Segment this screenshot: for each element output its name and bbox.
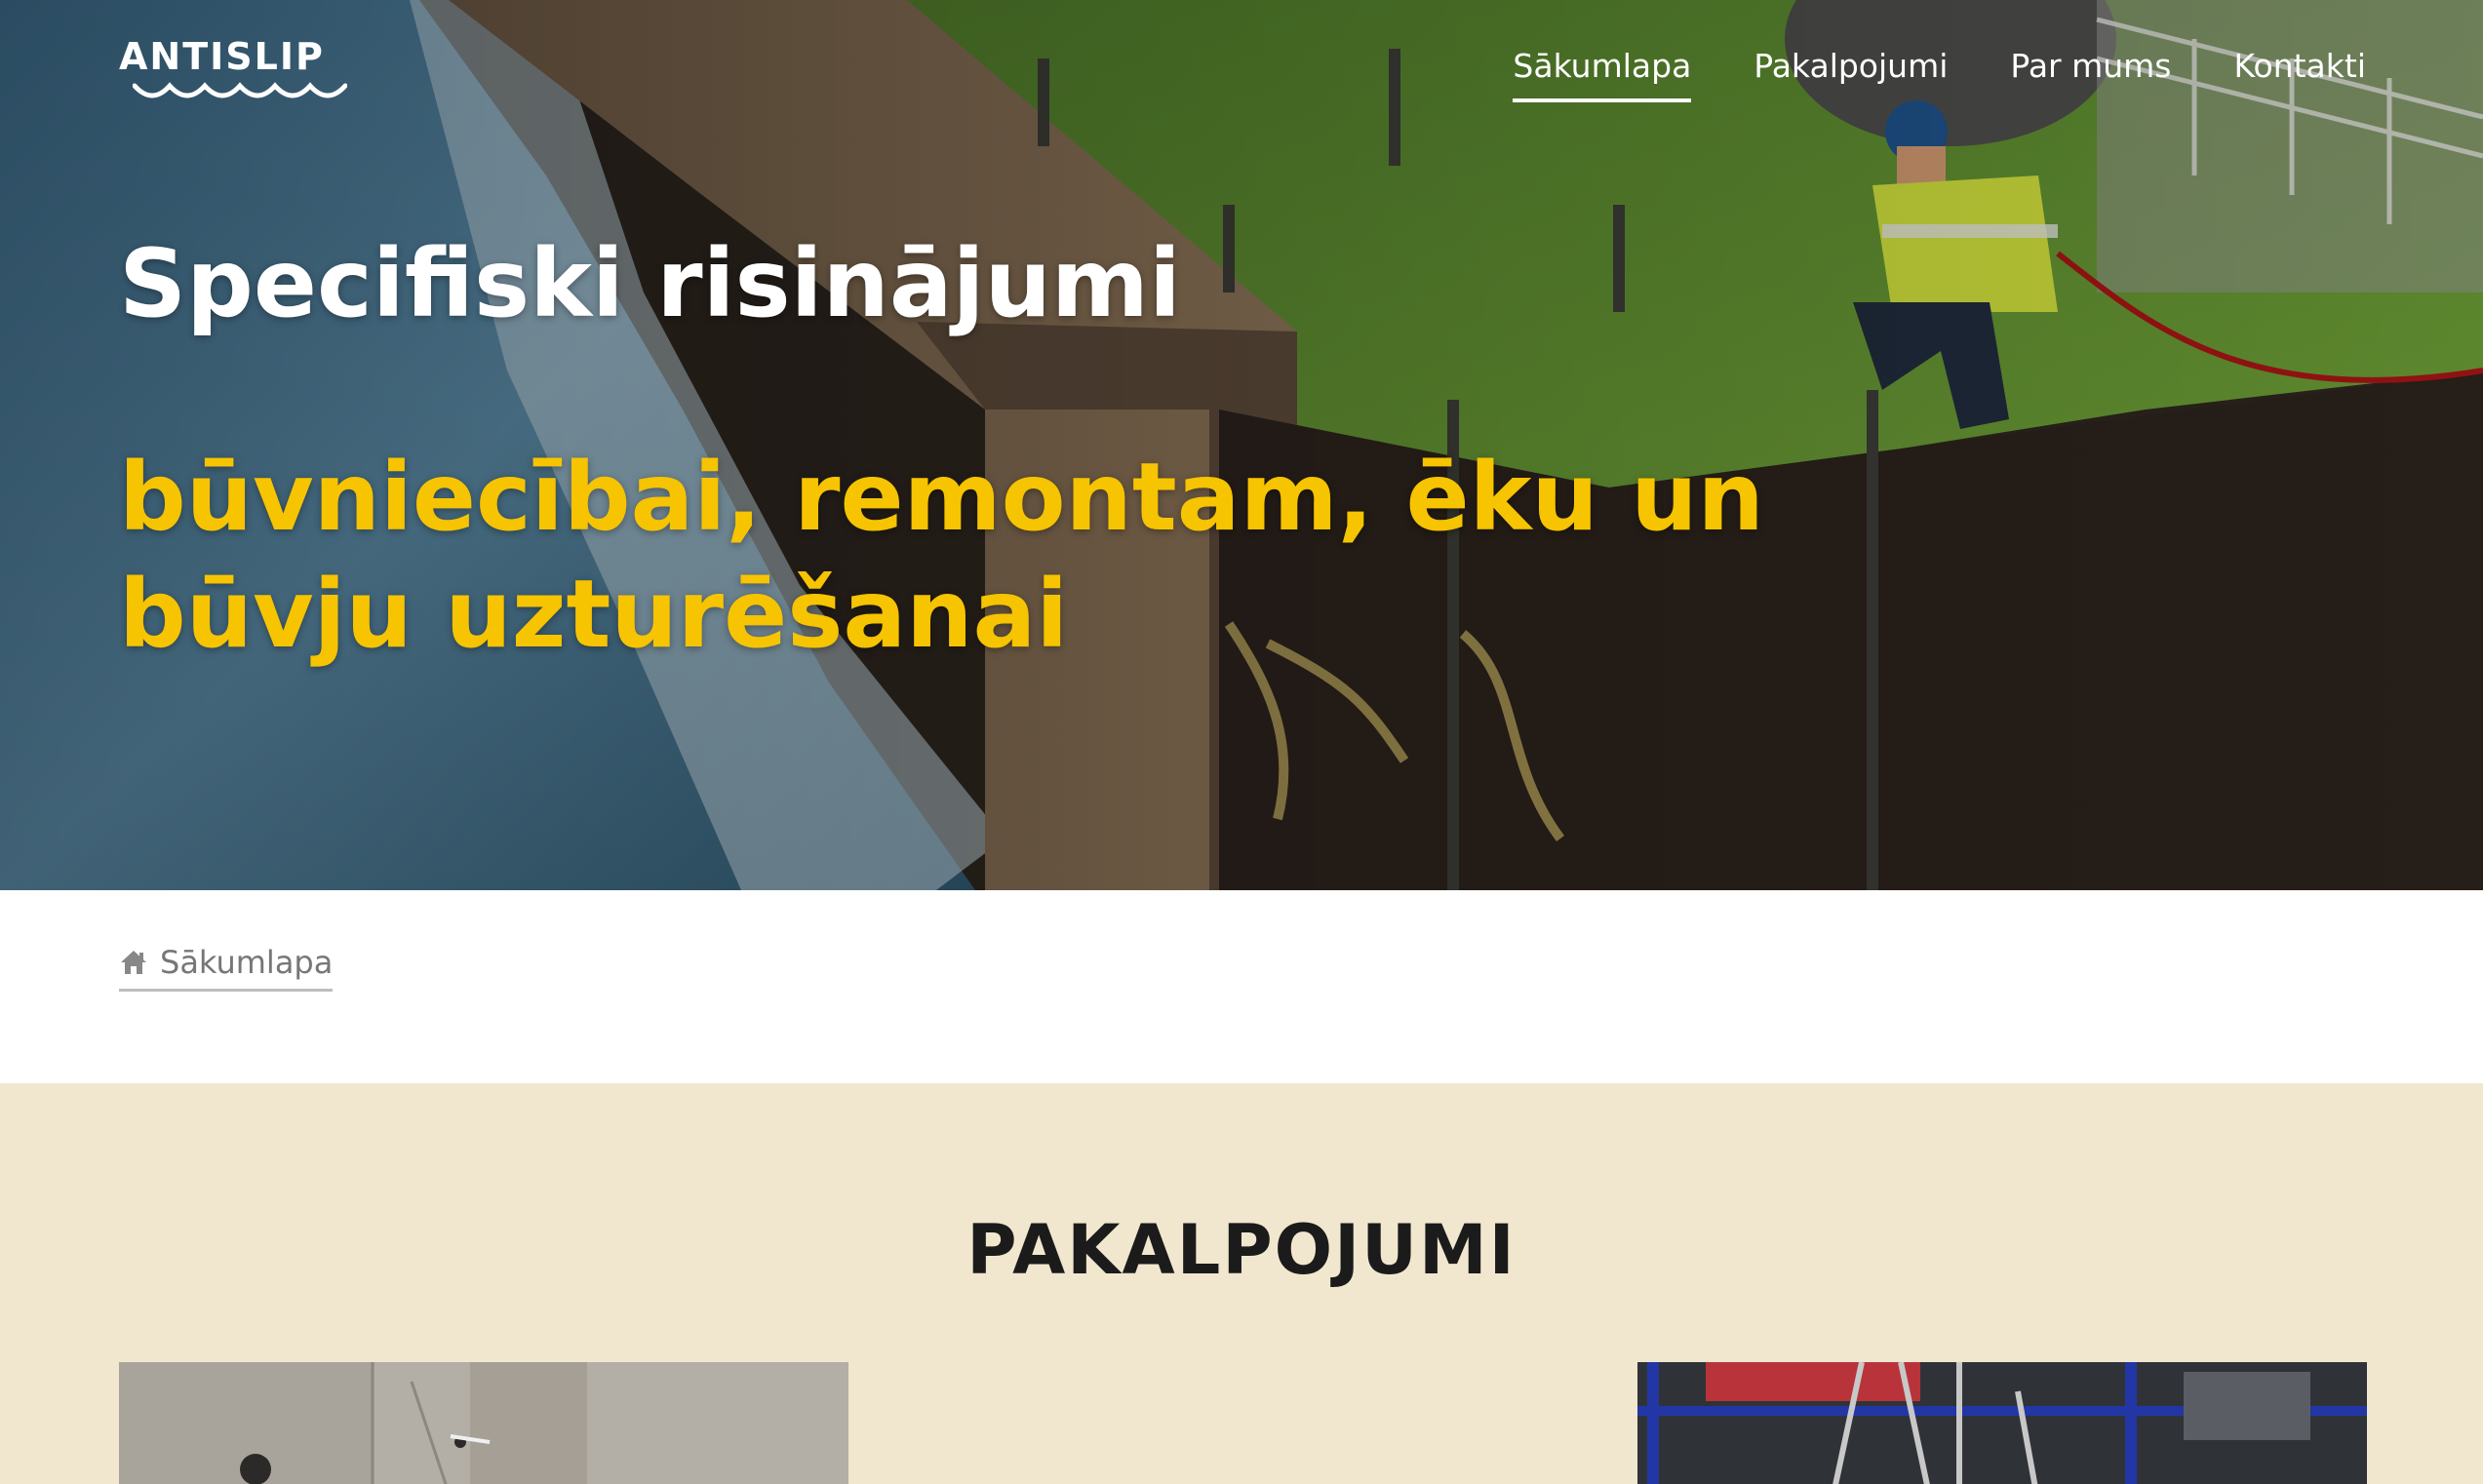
nav-item-pakalpojumi[interactable]: Pakalpojumi: [1754, 47, 1948, 98]
services-section: PAKALPOJUMI: [0, 1083, 2483, 1484]
concrete-wall-image: [119, 1362, 848, 1484]
nav-item-par-mums[interactable]: Par mums: [2010, 47, 2171, 98]
hero-banner: ANTISLIP Sākumlapa Pakalpojumi Par mums …: [0, 0, 2483, 890]
services-title: PAKALPOJUMI: [966, 1210, 1517, 1290]
logo-waves-icon: [133, 82, 347, 98]
breadcrumb[interactable]: Sākumlapa: [119, 936, 334, 992]
antislip-logo[interactable]: ANTISLIP: [119, 35, 353, 103]
service-card-image-right[interactable]: [1637, 1362, 2367, 1484]
breadcrumb-bar: [0, 890, 2483, 1083]
nav-item-kontakti[interactable]: Kontakti: [2234, 47, 2366, 98]
nav-item-sakumlapa[interactable]: Sākumlapa: [1513, 47, 1692, 102]
service-card-image-left[interactable]: [119, 1362, 848, 1484]
main-navigation: Sākumlapa Pakalpojumi Par mums Kontakti: [1513, 47, 2366, 109]
hero-subtitle: būvniecībai, remontam, ēku un būvju uztu…: [119, 443, 1764, 669]
breadcrumb-label: Sākumlapa: [160, 944, 334, 981]
industrial-platform-image: [1637, 1362, 2367, 1484]
logo-text: ANTISLIP: [119, 35, 325, 78]
home-icon: [121, 951, 146, 974]
hero-title: Specifiski risinājumi: [119, 229, 1181, 338]
